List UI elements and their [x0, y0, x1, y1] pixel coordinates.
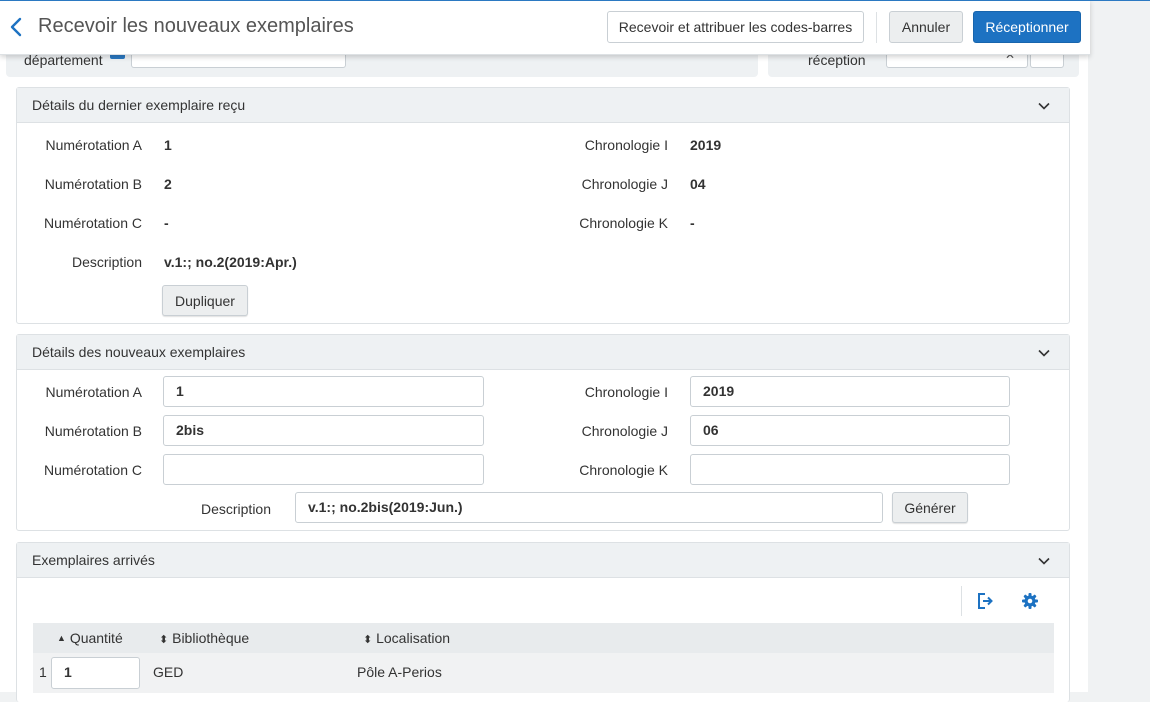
chevron-down-icon[interactable] — [1037, 554, 1051, 568]
sort-icon: ⬍ — [159, 634, 169, 646]
new-enum-a-label: Numérotation A — [45, 384, 143, 400]
column-location-label: Localisation — [376, 630, 451, 646]
page-title: Recevoir les nouveaux exemplaires — [38, 15, 354, 37]
last-enum-a-value: 1 — [164, 137, 172, 153]
chevron-down-icon[interactable] — [1037, 99, 1051, 113]
new-enum-a-input[interactable]: 1 — [163, 376, 484, 407]
last-chron-j-value: 04 — [690, 176, 706, 192]
duplicate-button[interactable]: Dupliquer — [162, 285, 248, 316]
column-header-library[interactable]: ⬍ Bibliothèque — [159, 630, 249, 646]
arrived-items-panel-header[interactable]: Exemplaires arrivés — [17, 543, 1069, 578]
new-chron-j-label: Chronologie J — [581, 423, 668, 439]
generate-button[interactable]: Générer — [892, 492, 968, 523]
table-row: 1 1 GED Pôle A-Perios — [33, 653, 1054, 693]
row-index: 1 — [39, 664, 47, 680]
receive-button[interactable]: Réceptionner — [973, 11, 1081, 43]
new-chron-k-label: Chronologie K — [579, 462, 668, 478]
chevron-left-icon[interactable] — [6, 15, 28, 39]
last-description-value: v.1:; no.2(2019:Apr.) — [164, 254, 297, 270]
gear-icon[interactable] — [1021, 592, 1039, 610]
column-library-label: Bibliothèque — [172, 630, 250, 646]
new-chron-i-input[interactable]: 2019 — [690, 376, 1010, 407]
new-enum-c-input[interactable] — [163, 454, 484, 485]
main-area: département réception ✕ Détails du derni… — [0, 0, 1088, 702]
arrived-table-header: ▲ Quantité ⬍ Bibliothèque ⬍ Localisation — [33, 623, 1054, 653]
new-enum-b-label: Numérotation B — [44, 423, 142, 439]
last-chron-i-label: Chronologie I — [584, 137, 668, 153]
header-divider — [876, 12, 877, 43]
column-header-quantity[interactable]: ▲ Quantité — [57, 630, 123, 646]
quantity-input[interactable]: 1 — [51, 657, 140, 689]
last-enum-a-label: Numérotation A — [45, 137, 143, 153]
column-quantity-label: Quantité — [69, 630, 123, 646]
last-item-panel-title: Détails du dernier exemplaire reçu — [32, 97, 246, 113]
last-enum-b-label: Numérotation B — [44, 176, 142, 192]
location-cell: Pôle A-Perios — [357, 664, 442, 680]
last-item-panel-header[interactable]: Détails du dernier exemplaire reçu — [17, 88, 1069, 123]
last-enum-c-value: - — [164, 215, 169, 231]
new-chron-j-input[interactable]: 06 — [690, 415, 1010, 446]
toolbar-divider — [961, 586, 962, 616]
last-chron-k-label: Chronologie K — [579, 215, 668, 231]
new-items-panel-header[interactable]: Détails des nouveaux exemplaires — [17, 335, 1069, 370]
new-description-input[interactable]: v.1:; no.2bis(2019:Jun.) — [295, 492, 883, 523]
last-enum-b-value: 2 — [164, 176, 172, 192]
last-item-panel: Détails du dernier exemplaire reçu Numér… — [16, 87, 1070, 324]
sort-icon: ⬍ — [363, 634, 373, 646]
export-icon[interactable] — [976, 592, 994, 610]
new-chron-i-label: Chronologie I — [584, 384, 668, 400]
page-header: Recevoir les nouveaux exemplaires Recevo… — [0, 0, 1090, 55]
new-items-panel-title: Détails des nouveaux exemplaires — [32, 344, 246, 360]
new-chron-k-input[interactable] — [690, 454, 1010, 485]
sort-asc-icon: ▲ — [57, 633, 66, 643]
cancel-button[interactable]: Annuler — [889, 11, 963, 43]
column-header-location[interactable]: ⬍ Localisation — [363, 630, 450, 646]
header-accent-line — [0, 0, 1150, 1]
chevron-down-icon[interactable] — [1037, 346, 1051, 360]
new-description-label: Description — [200, 501, 271, 517]
last-description-label: Description — [71, 254, 142, 270]
last-chron-j-label: Chronologie J — [581, 176, 668, 192]
last-enum-c-label: Numérotation C — [43, 215, 142, 231]
new-enum-c-label: Numérotation C — [43, 462, 142, 478]
arrived-items-panel: Exemplaires arrivés ▲ Quantité ⬍ Bibliot… — [16, 542, 1070, 702]
receive-assign-barcodes-button[interactable]: Recevoir et attribuer les codes-barres — [607, 11, 864, 43]
new-enum-b-input[interactable]: 2bis — [163, 415, 484, 446]
library-cell: GED — [153, 664, 184, 680]
arrived-items-panel-title: Exemplaires arrivés — [32, 552, 155, 568]
new-items-panel: Détails des nouveaux exemplaires Numérot… — [16, 334, 1070, 531]
last-chron-k-value: - — [690, 215, 695, 231]
right-gutter — [1088, 0, 1150, 692]
last-chron-i-value: 2019 — [690, 137, 722, 153]
